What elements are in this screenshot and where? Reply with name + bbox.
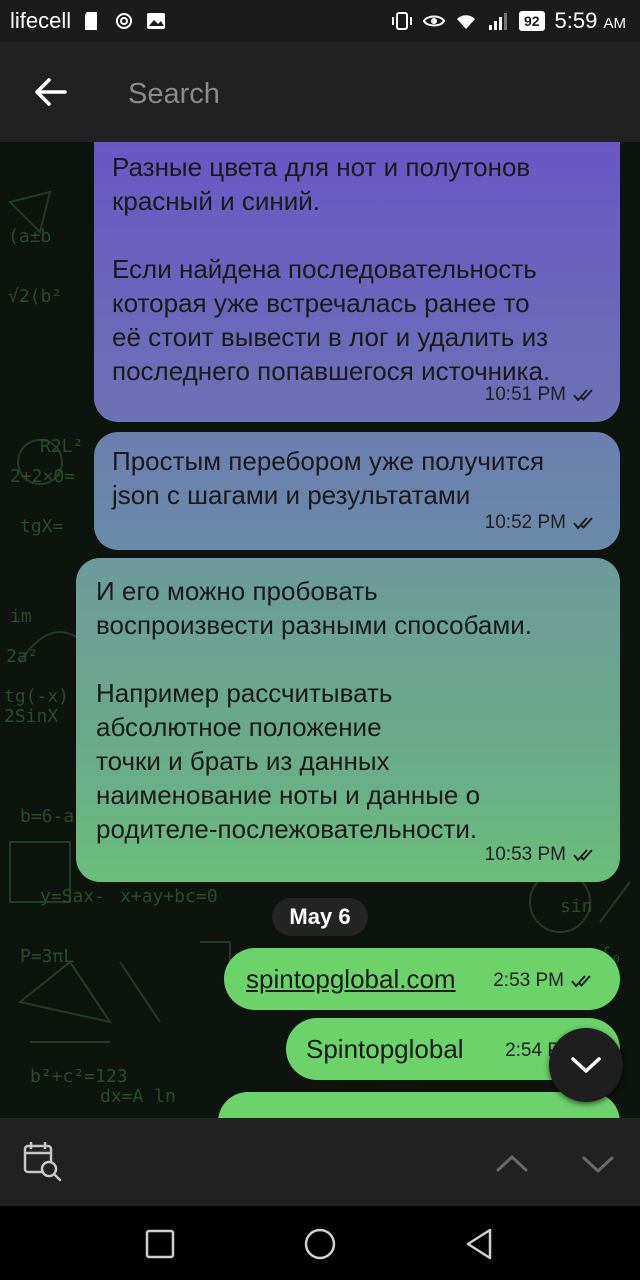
- svg-text:P=3πL: P=3πL: [20, 946, 74, 967]
- message-time: 10:53 PM: [484, 844, 566, 865]
- message-link[interactable]: spintopglobal.com: [246, 964, 456, 994]
- hotspot-icon: [116, 13, 133, 29]
- svg-text:2+2×0=: 2+2×0=: [10, 466, 75, 487]
- eye-icon: [422, 15, 445, 27]
- message-time: 10:51 PM: [484, 384, 566, 405]
- chevron-down-icon: [571, 1057, 601, 1073]
- image-icon: [147, 13, 166, 29]
- svg-text:2SinX: 2SinX: [4, 706, 58, 727]
- chevron-up-icon: [496, 1155, 528, 1172]
- svg-text:b²+c²=123: b²+c²=123: [30, 1066, 128, 1087]
- home-button[interactable]: [300, 1224, 340, 1264]
- svg-text:im: im: [10, 606, 32, 627]
- arrow-left-icon: [35, 78, 67, 106]
- svg-text:R2L²: R2L²: [40, 436, 83, 457]
- svg-text:2a²: 2a²: [6, 646, 39, 667]
- chat-area[interactable]: (a±b √2(b² R2L² 2+2×0= tgX= im 2a² tg(-x…: [0, 142, 640, 1118]
- square-icon: [145, 1229, 175, 1259]
- sd-card-icon: [85, 12, 98, 30]
- carrier-label: lifecell: [10, 8, 72, 33]
- triangle-back-icon: [466, 1228, 492, 1260]
- recents-button[interactable]: [140, 1224, 180, 1264]
- svg-text:dx=A ln: dx=A ln: [100, 1086, 176, 1107]
- svg-text:√2(b²: √2(b²: [8, 286, 62, 307]
- chevron-down-icon: [582, 1156, 614, 1173]
- message-meta: 10:52 PM: [485, 506, 600, 540]
- message-time: 10:52 PM: [484, 512, 566, 533]
- svg-text:tgX=: tgX=: [20, 516, 64, 537]
- previous-result-button[interactable]: [490, 1142, 534, 1186]
- status-bar: lifecell 92 5:59 AM: [0, 0, 640, 42]
- message-text: Разные цвета для нот и полутонов красный…: [112, 152, 551, 386]
- double-check-icon: [573, 389, 593, 402]
- svg-text:x+ay+bc=0: x+ay+bc=0: [120, 886, 218, 907]
- battery-indicator: 92: [518, 11, 545, 31]
- double-check-icon: [573, 849, 593, 862]
- search-input[interactable]: [128, 72, 588, 116]
- message-time: 2:53 PM: [493, 970, 564, 991]
- calendar-search-button[interactable]: [20, 1138, 68, 1186]
- search-toolbar: [0, 42, 640, 142]
- message-bubble[interactable]: spintopglobal.com 2:53 PM: [224, 948, 620, 1010]
- svg-text:sin: sin: [560, 896, 593, 917]
- message-bubble[interactable]: [218, 1092, 620, 1118]
- message-bubble[interactable]: И его можно пробовать воспроизвести разн…: [76, 558, 620, 882]
- date-separator: May 6: [272, 898, 368, 936]
- clock: 5:59 AM: [554, 8, 626, 33]
- vibrate-icon: [391, 12, 412, 30]
- wifi-icon: [456, 15, 475, 29]
- message-text: Простым перебором уже получится json с ш…: [112, 446, 545, 510]
- double-check-icon: [571, 975, 591, 988]
- svg-text:tg(-x): tg(-x): [4, 686, 69, 707]
- message-bubble[interactable]: Разные цвета для нот и полутонов красный…: [94, 142, 620, 422]
- next-result-button[interactable]: [576, 1142, 620, 1186]
- message-meta: 10:53 PM: [485, 838, 600, 872]
- message-bubble[interactable]: Простым перебором уже получится json с ш…: [94, 432, 620, 550]
- scroll-to-bottom-button[interactable]: [549, 1028, 623, 1102]
- double-check-icon: [573, 517, 593, 530]
- back-button[interactable]: [22, 64, 78, 120]
- back-nav-button[interactable]: [460, 1224, 500, 1264]
- message-meta: 10:51 PM: [485, 378, 600, 412]
- message-meta: 2:53 PM: [493, 964, 598, 998]
- circle-icon: [304, 1228, 336, 1260]
- svg-text:b=6-a: b=6-a: [20, 806, 74, 827]
- calendar-search-icon: [23, 1142, 62, 1182]
- message-text: Spintopglobal: [306, 1034, 464, 1064]
- search-navigation-bar: [0, 1118, 640, 1206]
- svg-text:y=Sax-: y=Sax-: [40, 886, 105, 907]
- message-text: И его можно пробовать воспроизвести разн…: [96, 576, 532, 844]
- svg-text:(a±b: (a±b: [8, 226, 51, 247]
- signal-icon: [488, 13, 507, 30]
- system-navigation-bar: [0, 1206, 640, 1280]
